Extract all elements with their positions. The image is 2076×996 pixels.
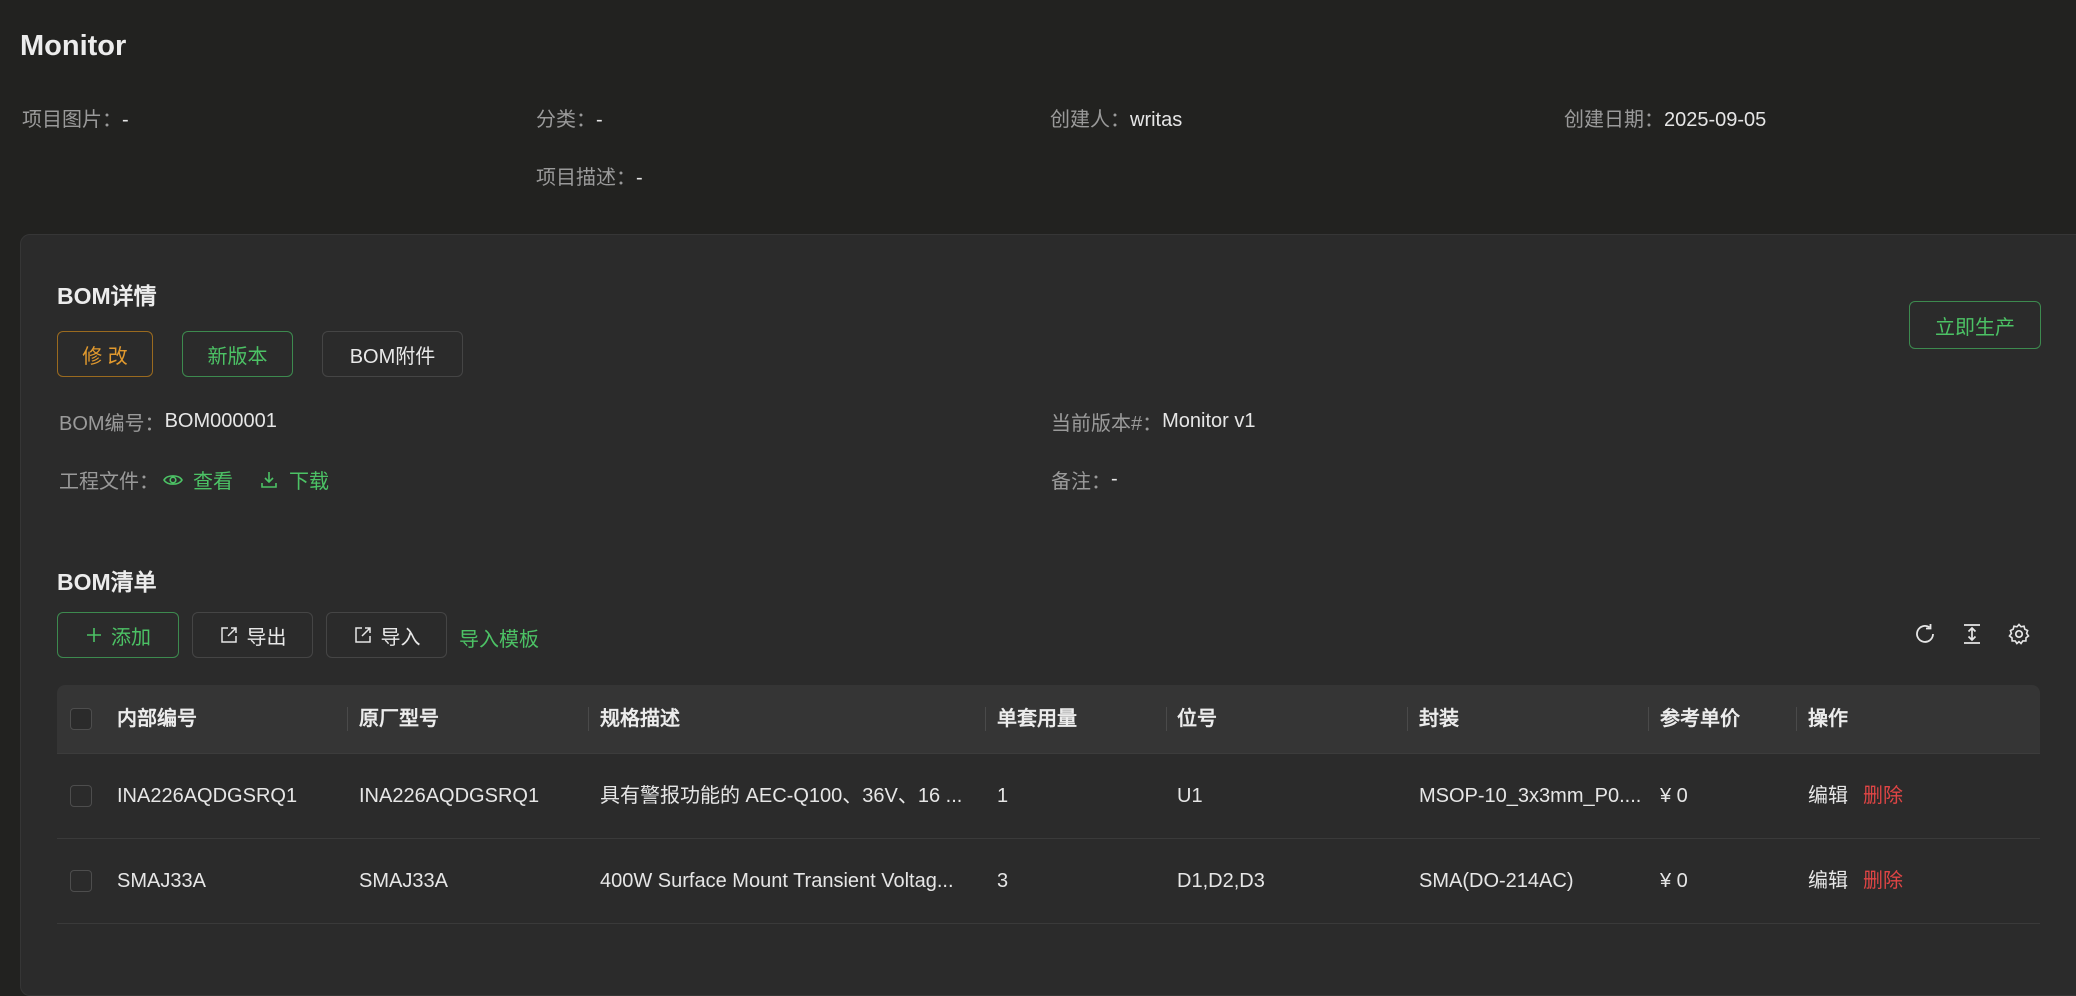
- table-row: INA226AQDGSRQ1 INA226AQDGSRQ1 具有警报功能的 AE…: [57, 754, 2040, 839]
- bom-attachments-button[interactable]: BOM附件: [322, 331, 463, 377]
- export-icon: [220, 627, 237, 643]
- meta-created-date: 创建日期：2025-09-05: [1564, 103, 1766, 132]
- eye-icon: [163, 474, 183, 485]
- add-button[interactable]: 添加: [57, 612, 179, 658]
- meta-value: writas: [1130, 109, 1183, 131]
- column-divider: [1407, 707, 1408, 731]
- export-label: 导出: [246, 626, 287, 649]
- remark: 备注： -: [1051, 465, 1118, 494]
- manufacturer-part: SMAJ33A: [359, 870, 448, 892]
- bom-card: BOM详情 修 改 新版本 BOM附件 立即生产 BOM编号： BOM000001…: [20, 234, 2076, 996]
- spec-description: 具有警报功能的 AEC-Q100、36V、16 ...: [600, 785, 963, 807]
- refresh-icon[interactable]: [1911, 620, 1939, 648]
- manufacturer-part: INA226AQDGSRQ1: [359, 785, 540, 807]
- delete-row-link[interactable]: 删除: [1863, 839, 1903, 923]
- column-header[interactable]: 原厂型号: [359, 685, 439, 753]
- bom-list-title: BOM清单: [57, 569, 157, 595]
- download-files-link[interactable]: 下载: [259, 465, 329, 494]
- download-label: 下载: [289, 471, 329, 493]
- unit-price: ¥ 0: [1660, 870, 1688, 892]
- meta-label: 项目图片：: [22, 109, 122, 131]
- settings-gear-icon[interactable]: [2005, 620, 2033, 648]
- column-header[interactable]: 位号: [1177, 685, 1217, 753]
- column-divider: [1166, 707, 1167, 731]
- info-value: -: [1111, 468, 1118, 490]
- row-checkbox[interactable]: [70, 785, 92, 807]
- export-button[interactable]: 导出: [192, 612, 313, 658]
- meta-project-image: 项目图片：-: [22, 103, 129, 132]
- info-label: BOM编号：: [59, 413, 165, 435]
- info-label: 备注：: [1051, 471, 1111, 493]
- meta-label: 创建日期：: [1564, 109, 1664, 131]
- select-all-checkbox[interactable]: [70, 708, 92, 730]
- spec-description: 400W Surface Mount Transient Voltag...: [600, 870, 954, 892]
- table-header: 内部编号 原厂型号 规格描述 单套用量 位号 封装 参考单价 操作: [57, 685, 2040, 754]
- designator: D1,D2,D3: [1177, 870, 1265, 892]
- info-value: Monitor v1: [1162, 410, 1256, 432]
- meta-label: 项目描述：: [536, 167, 636, 189]
- bom-number: BOM编号： BOM000001: [59, 407, 277, 436]
- meta-value: -: [122, 109, 129, 131]
- column-divider: [1648, 707, 1649, 731]
- meta-value: -: [596, 109, 603, 131]
- column-header[interactable]: 内部编号: [117, 685, 197, 753]
- meta-value: 2025-09-05: [1664, 109, 1767, 131]
- view-files-link[interactable]: 查看: [163, 465, 233, 494]
- info-label: 当前版本#：: [1051, 413, 1163, 435]
- view-label: 查看: [193, 471, 233, 493]
- column-header[interactable]: 操作: [1808, 685, 1848, 753]
- page-title: Monitor: [20, 30, 127, 62]
- column-header[interactable]: 规格描述: [600, 685, 680, 753]
- meta-category: 分类：-: [536, 103, 603, 132]
- info-value: BOM000001: [164, 410, 277, 432]
- meta-label: 创建人：: [1050, 109, 1130, 131]
- current-version: 当前版本#： Monitor v1: [1051, 407, 1256, 436]
- column-divider: [347, 707, 348, 731]
- meta-value: -: [636, 167, 643, 189]
- column-height-icon[interactable]: [1958, 620, 1986, 648]
- bom-table: 内部编号 原厂型号 规格描述 单套用量 位号 封装 参考单价 操作 INA226…: [57, 685, 2040, 924]
- package: SMA(DO-214AC): [1419, 870, 1574, 892]
- quantity: 3: [997, 870, 1009, 892]
- row-checkbox[interactable]: [70, 870, 92, 892]
- meta-description: 项目描述：-: [536, 161, 643, 190]
- edit-row-link[interactable]: 编辑: [1808, 839, 1848, 923]
- internal-number-link[interactable]: SMAJ33A: [117, 839, 342, 923]
- package: MSOP-10_3x3mm_P0....: [1419, 785, 1642, 807]
- import-label: 导入: [380, 626, 421, 649]
- column-divider: [588, 707, 589, 731]
- column-header[interactable]: 参考单价: [1660, 685, 1740, 753]
- project-files: 工程文件： 查看 下载: [59, 465, 329, 494]
- column-divider: [985, 707, 986, 731]
- meta-creator: 创建人：writas: [1050, 103, 1182, 132]
- import-button[interactable]: 导入: [326, 612, 447, 658]
- info-label: 工程文件：: [59, 471, 159, 493]
- meta-label: 分类：: [536, 109, 596, 131]
- add-label: 添加: [111, 626, 151, 649]
- quantity: 1: [997, 785, 1009, 807]
- produce-now-button[interactable]: 立即生产: [1909, 301, 2041, 349]
- edit-bom-button[interactable]: 修 改: [57, 331, 153, 377]
- column-header[interactable]: 单套用量: [997, 685, 1077, 753]
- internal-number-link[interactable]: INA226AQDGSRQ1: [117, 754, 342, 838]
- import-icon: [354, 627, 371, 643]
- unit-price: ¥ 0: [1660, 785, 1688, 807]
- designator: U1: [1177, 785, 1203, 807]
- table-row: SMAJ33A SMAJ33A 400W Surface Mount Trans…: [57, 839, 2040, 924]
- column-divider: [1796, 707, 1797, 731]
- bom-detail-title: BOM详情: [57, 283, 157, 309]
- plus-icon: [87, 628, 101, 642]
- edit-row-link[interactable]: 编辑: [1808, 754, 1848, 838]
- column-header[interactable]: 封装: [1419, 685, 1459, 753]
- delete-row-link[interactable]: 删除: [1863, 754, 1903, 838]
- download-icon: [261, 471, 277, 488]
- new-version-button[interactable]: 新版本: [182, 331, 293, 377]
- import-template-link[interactable]: 导入模板: [459, 623, 539, 652]
